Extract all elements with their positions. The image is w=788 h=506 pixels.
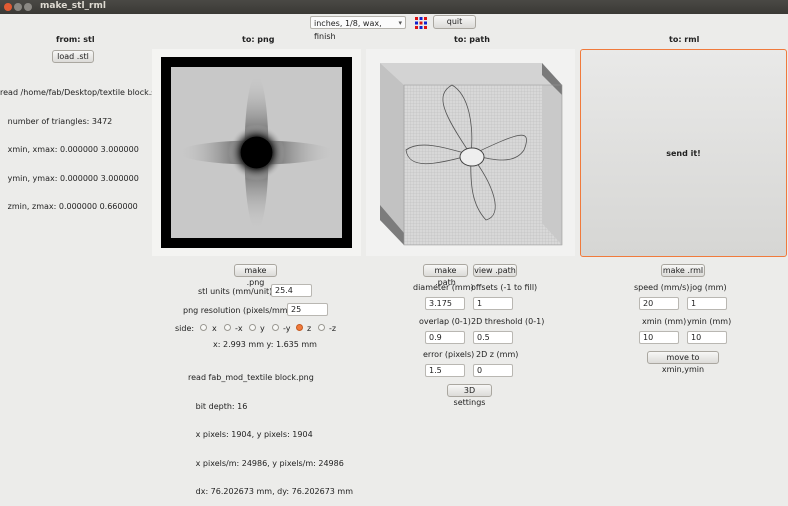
error-input[interactable]: 1.5 [425, 364, 465, 377]
png-info-line: bit depth: 16 [188, 401, 248, 411]
png-resolution-input[interactable]: 25 [287, 303, 328, 316]
png-preview-panel [152, 49, 361, 256]
speed-label: speed (mm/s) [634, 283, 690, 292]
send-it-button[interactable]: send it! [580, 49, 787, 257]
stl-column-header: from: stl [56, 35, 95, 44]
xmin-input[interactable]: 10 [639, 331, 679, 344]
side-option-label: y [260, 324, 265, 333]
png-info-line: read fab_mod_textile block.png [188, 373, 314, 382]
process-select-value: inches, 1/8, wax, finish [314, 19, 382, 41]
chevron-down-icon: ▾ [398, 19, 402, 27]
window-title: make_stl_rml [40, 1, 106, 11]
toolpath-3d-view [380, 63, 563, 246]
png-info-line: x pixels/m: 24986, y pixels/m: 24986 [188, 458, 344, 468]
side-radio-z[interactable] [296, 324, 303, 331]
png-heightmap-image [161, 57, 352, 248]
png-info: read fab_mod_textile block.png bit depth… [188, 354, 353, 506]
xmin-label: xmin (mm) [642, 317, 687, 326]
side-option-label: z [307, 324, 312, 333]
side-radio-neg-x[interactable] [224, 324, 231, 331]
side-radio-neg-y[interactable] [272, 324, 279, 331]
png-column-header: to: png [242, 35, 275, 44]
stl-info-line: number of triangles: 3472 [0, 116, 113, 126]
view-path-button[interactable]: view .path [473, 264, 517, 277]
stl-units-input[interactable]: 25.4 [271, 284, 312, 297]
make-rml-button[interactable]: make .rml [661, 264, 705, 277]
stl-info-line: ymin, ymax: 0.000000 3.000000 [0, 173, 139, 183]
stl-info-line: zmin, zmax: 0.000000 0.660000 [0, 202, 138, 211]
png-info-line: x pixels: 1904, y pixels: 1904 [188, 430, 313, 439]
make-png-button[interactable]: make .png [234, 264, 277, 287]
side-option-label: x [212, 324, 217, 333]
side-option-label: -y [283, 324, 291, 333]
jog-input[interactable]: 1 [687, 297, 727, 310]
side-radio-x[interactable] [200, 324, 207, 331]
error-label: error (pixels) [423, 350, 475, 359]
cursor-coordinates: x: 2.993 mm y: 1.635 mm [213, 340, 317, 349]
maximize-window-button[interactable] [24, 3, 32, 11]
diameter-label: diameter (mm) [413, 283, 474, 292]
png-info-line: dx: 76.202673 mm, dy: 76.202673 mm [188, 487, 354, 496]
z2d-input[interactable]: 0 [473, 364, 513, 377]
window-titlebar: make_stl_rml [0, 0, 788, 14]
3d-settings-button[interactable]: 3D settings [447, 384, 492, 407]
offsets-label: offsets (-1 to fill) [471, 283, 538, 292]
stl-units-label: stl units (mm/unit): [198, 287, 275, 296]
move-to-xmin-ymin-button[interactable]: move to xmin,ymin [647, 351, 719, 374]
toolbar: inches, 1/8, wax, finish ▾ quit [0, 15, 788, 41]
process-select[interactable]: inches, 1/8, wax, finish ▾ [310, 16, 406, 41]
path-preview-panel [366, 49, 575, 256]
z2d-label: 2D z (mm) [476, 350, 519, 359]
overlap-input[interactable]: 0.9 [425, 331, 465, 344]
ymin-label: ymin (mm) [687, 317, 732, 326]
speed-input[interactable]: 20 [639, 297, 679, 310]
minimize-window-button[interactable] [14, 3, 22, 11]
fab-logo-icon [415, 17, 427, 29]
ymin-input[interactable]: 10 [687, 331, 727, 344]
path-column-header: to: path [454, 35, 490, 44]
stl-info-line: read /home/fab/Desktop/textile block.stl [0, 88, 161, 97]
diameter-input[interactable]: 3.175 [425, 297, 465, 310]
side-radio-y[interactable] [249, 324, 256, 331]
side-label: side: [175, 324, 195, 333]
close-window-button[interactable] [4, 3, 12, 11]
side-option-label: -z [329, 324, 337, 333]
load-stl-button[interactable]: load .stl [52, 50, 94, 63]
threshold-label: 2D threshold (0-1) [471, 317, 545, 326]
overlap-label: overlap (0-1) [419, 317, 471, 326]
side-option-label: -x [235, 324, 243, 333]
png-resolution-label: png resolution (pixels/mm): [183, 306, 294, 315]
side-radio-neg-z[interactable] [318, 324, 325, 331]
send-it-label: send it! [666, 149, 701, 158]
quit-button[interactable]: quit [433, 15, 476, 29]
stl-info: read /home/fab/Desktop/textile block.stl… [0, 69, 161, 221]
rml-column-header: to: rml [669, 35, 700, 44]
stl-info-line: xmin, xmax: 0.000000 3.000000 [0, 145, 139, 154]
make-path-button[interactable]: make .path [423, 264, 468, 287]
threshold-input[interactable]: 0.5 [473, 331, 513, 344]
offsets-input[interactable]: 1 [473, 297, 513, 310]
jog-label: jog (mm) [690, 283, 727, 292]
